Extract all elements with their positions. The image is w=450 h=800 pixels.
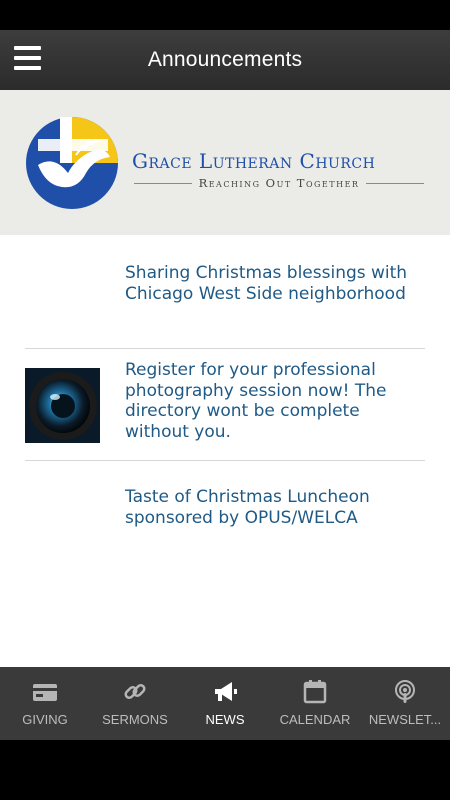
calendar-icon (303, 680, 327, 704)
tab-label: SERMONS (102, 712, 168, 727)
list-item[interactable]: Sharing Christmas blessings with Chicago… (25, 263, 425, 343)
camera-lens-image (25, 368, 100, 443)
announcement-text: Sharing Christmas blessings with Chicago… (125, 263, 408, 304)
tab-newsletter[interactable]: NEWSLET... (360, 667, 450, 740)
system-nav-bar (0, 740, 450, 800)
list-item[interactable]: Register for your professional photograp… (25, 360, 425, 450)
menu-icon[interactable] (14, 46, 44, 74)
bottom-tab-bar: GIVING SERMONS NEWS CALENDAR NEWSLET... (0, 667, 450, 740)
tab-giving[interactable]: GIVING (0, 667, 90, 740)
tab-label: GIVING (22, 712, 68, 727)
divider (25, 348, 425, 349)
tab-sermons[interactable]: SERMONS (90, 667, 180, 740)
announcements-list: Sharing Christmas blessings with Chicago… (0, 235, 450, 667)
tab-label: CALENDAR (279, 712, 351, 727)
tab-calendar[interactable]: CALENDAR (270, 667, 360, 740)
tagline: Reaching Out Together (198, 176, 360, 190)
page-title: Announcements (147, 48, 303, 71)
church-banner: Grace Lutheran Church Reaching Out Toget… (0, 90, 450, 235)
announcement-text: Taste of Christmas Luncheon sponsored by… (125, 487, 370, 528)
tab-news[interactable]: NEWS (180, 667, 270, 740)
tab-label: NEWSLET... (368, 712, 442, 727)
link-icon (124, 683, 146, 700)
announcement-text: Register for your professional photograp… (125, 360, 387, 442)
list-item[interactable]: Taste of Christmas Luncheon sponsored by… (25, 487, 425, 547)
podcast-icon (395, 680, 415, 703)
tagline-row: Reaching Out Together (134, 176, 425, 190)
church-logo-dove-icon (26, 117, 118, 209)
wallet-icon (33, 684, 57, 701)
divider (25, 460, 425, 461)
app-bar: Announcements (0, 30, 450, 90)
church-name: Grace Lutheran Church (132, 149, 376, 173)
status-bar (0, 0, 450, 30)
tab-label: NEWS (205, 712, 245, 727)
megaphone-icon (215, 682, 237, 701)
